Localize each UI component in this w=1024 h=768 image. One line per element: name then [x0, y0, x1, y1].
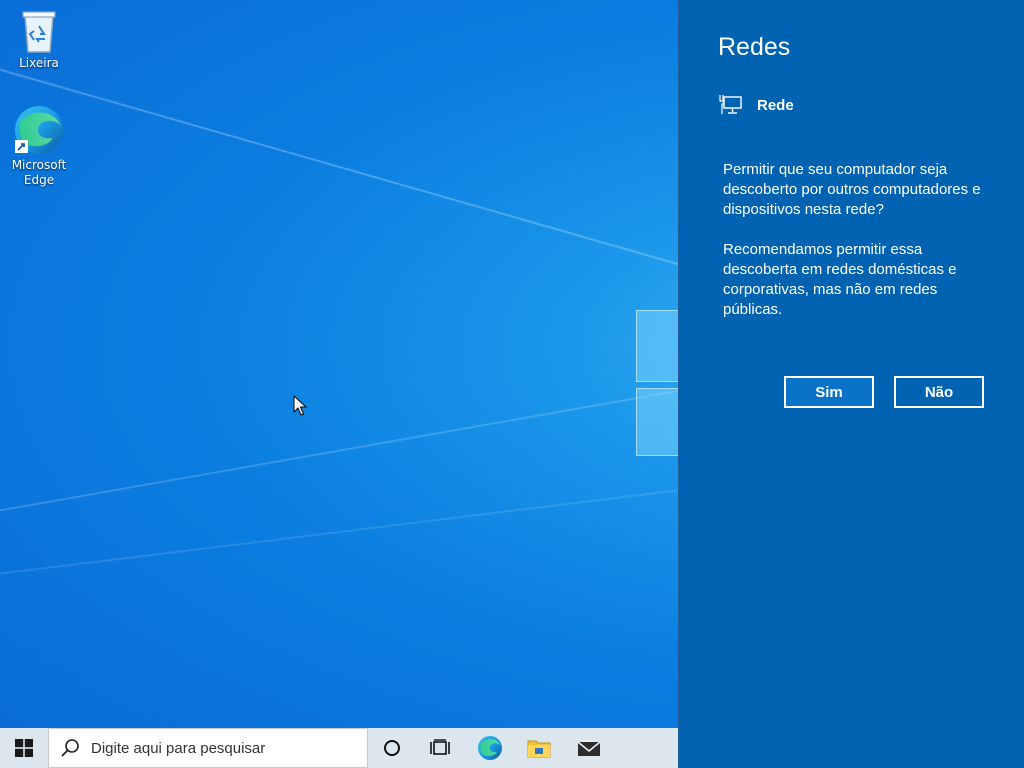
task-view-button[interactable] — [416, 728, 464, 768]
desktop-icon-label: Lixeira — [19, 56, 59, 70]
taskbar-edge-button[interactable] — [466, 728, 514, 768]
network-name: Rede — [757, 96, 794, 114]
wallpaper-light-beam — [0, 40, 766, 291]
edge-icon — [478, 736, 502, 760]
wallpaper-window-logo — [636, 310, 680, 382]
taskbar-mail-button[interactable] — [565, 728, 613, 768]
yes-button[interactable]: Sim — [784, 376, 874, 408]
start-button[interactable] — [0, 728, 48, 768]
search-icon — [61, 739, 79, 757]
taskbar: Digite aqui para pesquisar — [0, 728, 678, 768]
panel-title: Redes — [718, 33, 791, 61]
desktop-icon-edge[interactable]: Microsoft Edge — [3, 104, 75, 188]
network-entry: Rede — [719, 94, 794, 116]
edge-icon — [15, 106, 63, 154]
network-discovery-panel: Redes Rede Permitir que seu computador s… — [678, 0, 1024, 768]
discovery-recommendation: Recomendamos permitir essa descoberta em… — [723, 241, 957, 318]
wired-network-icon — [719, 95, 742, 114]
windows-start-icon — [15, 739, 33, 757]
taskbar-search-box[interactable]: Digite aqui para pesquisar — [48, 728, 368, 768]
discovery-question: Permitir que seu computador seja descobe… — [723, 161, 981, 218]
mail-icon — [577, 739, 601, 756]
task-view-icon — [430, 739, 450, 755]
mouse-pointer-icon — [293, 395, 307, 416]
desktop-icon-label: Microsoft Edge — [11, 158, 67, 187]
no-button[interactable]: Não — [894, 376, 984, 408]
cortana-button[interactable] — [368, 728, 416, 768]
taskbar-file-explorer-button[interactable] — [515, 728, 563, 768]
recycle-bin-icon — [22, 11, 56, 53]
cortana-icon — [384, 740, 400, 756]
desktop-icon-recycle-bin[interactable]: Lixeira — [3, 8, 75, 71]
search-placeholder: Digite aqui para pesquisar — [91, 739, 266, 757]
wallpaper-window-logo — [636, 388, 680, 456]
file-explorer-icon — [527, 740, 551, 758]
